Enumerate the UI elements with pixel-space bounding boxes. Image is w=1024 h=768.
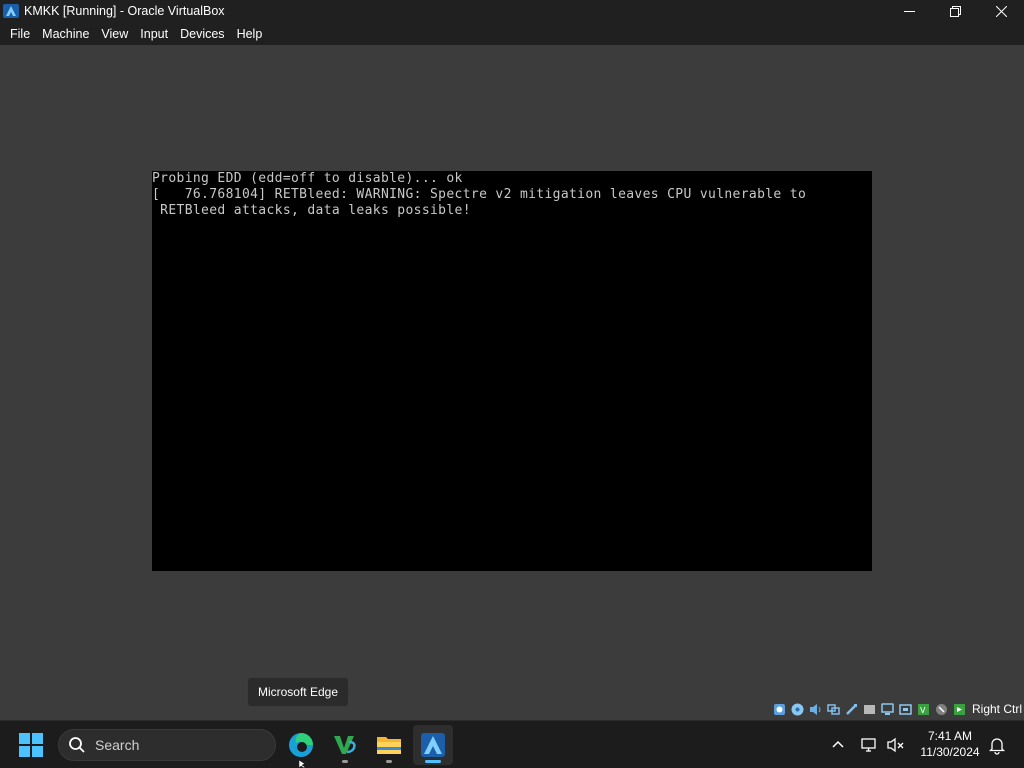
optical-drive-icon[interactable] [791,703,804,716]
mouse-cursor-icon [299,760,306,768]
close-icon [995,5,1007,17]
chevron-up-icon[interactable] [829,736,847,754]
taskbar-app-edge[interactable] [281,725,321,765]
running-indicator [342,760,348,763]
menu-devices[interactable]: Devices [174,27,230,41]
minimize-button[interactable] [886,0,932,22]
windows-logo-icon [19,733,43,757]
taskbar-app-visual-studio[interactable] [325,725,365,765]
virtualbox-icon [3,4,19,18]
file-explorer-icon [377,737,401,754]
menu-bar: File Machine View Input Devices Help [0,22,1024,45]
system-clock[interactable]: 7:41 AM 11/30/2024 [910,728,990,760]
search-label: Search [95,737,140,753]
menu-help[interactable]: Help [231,27,269,41]
menu-file[interactable]: File [4,27,36,41]
window-title: KMKK [Running] - Oracle VirtualBox [24,4,225,18]
display-icon[interactable] [881,702,894,716]
close-button[interactable] [978,0,1024,22]
running-indicator [386,760,392,763]
virtualbox-icon [421,733,445,757]
menu-view[interactable]: View [95,27,134,41]
keyboard-icon[interactable] [953,703,966,716]
start-button[interactable] [16,731,46,759]
taskbar-search-box[interactable]: Search [58,729,276,761]
edge-icon [289,733,313,757]
vm-console-screen[interactable]: Probing EDD (edd=off to disable)... ok [… [152,171,872,571]
taskbar: Search 7:41 AM 11/30/2024 [0,720,1024,768]
taskbar-tooltip: Microsoft Edge [247,677,349,707]
active-indicator [425,760,441,763]
vm-status-bar: V Right Ctrl [773,699,1024,719]
visual-studio-icon [334,736,356,754]
clock-date: 11/30/2024 [920,745,980,759]
taskbar-app-file-explorer[interactable] [369,725,409,765]
vm-display-area[interactable]: Probing EDD (edd=off to disable)... ok [… [0,45,1024,699]
restore-icon [949,5,961,17]
hard-disk-icon[interactable] [773,703,786,716]
taskbar-app-virtualbox[interactable] [413,725,453,765]
network-icon[interactable] [827,703,840,716]
cpu-icon[interactable]: V [917,703,930,716]
window-titlebar[interactable]: KMKK [Running] - Oracle VirtualBox [0,0,1024,22]
notification-bell-icon[interactable] [987,735,1007,755]
console-line: RETBleed attacks, data leaks possible! [152,203,471,218]
clock-time: 7:41 AM [927,729,973,743]
menu-machine[interactable]: Machine [36,27,95,41]
restore-button[interactable] [932,0,978,22]
svg-text:V: V [920,706,926,715]
shared-folders-icon[interactable] [863,703,876,716]
video-capture-icon[interactable] [899,703,912,716]
network-status-icon[interactable] [860,735,880,755]
search-icon [69,737,85,753]
mouse-integration-icon[interactable] [935,703,948,716]
host-key-label: Right Ctrl [971,702,1022,716]
audio-icon[interactable] [809,703,822,716]
usb-icon[interactable] [845,703,858,716]
console-line: [ 76.768104] RETBleed: WARNING: Spectre … [152,187,807,202]
volume-muted-icon[interactable] [886,735,906,755]
minimize-icon [903,10,915,12]
menu-input[interactable]: Input [134,27,174,41]
console-line: Probing EDD (edd=off to disable)... ok [152,171,463,186]
